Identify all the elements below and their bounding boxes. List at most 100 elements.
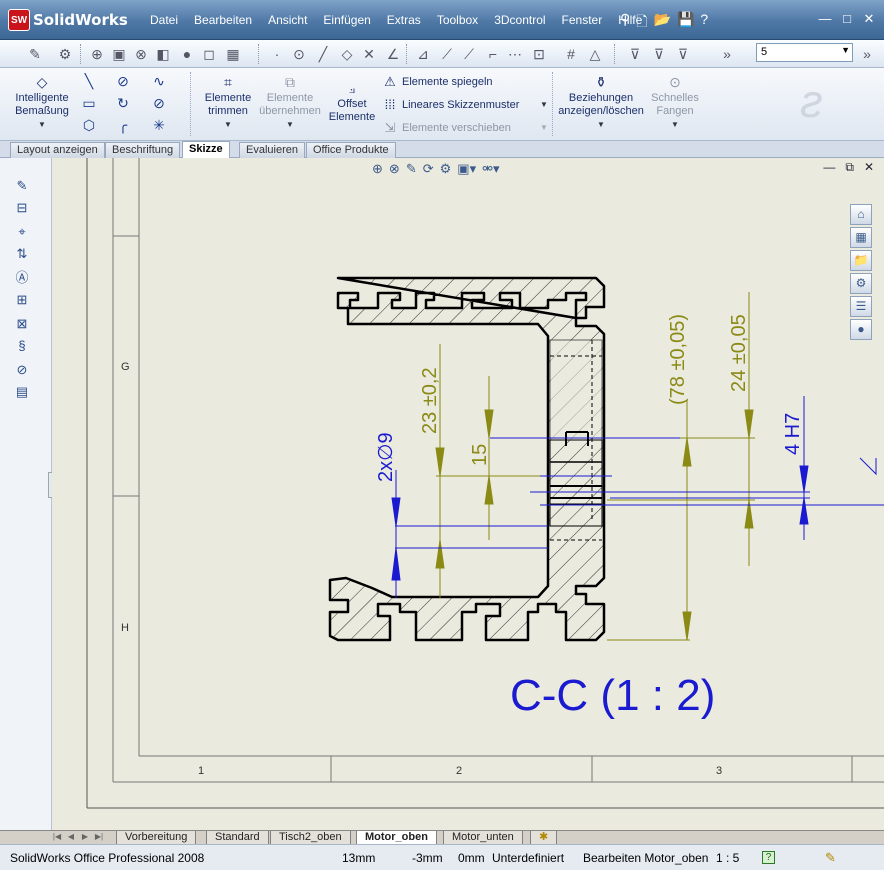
help-icon[interactable]: ? — [700, 11, 708, 35]
tab-office-produkte[interactable]: Office Produkte — [306, 142, 396, 158]
more-tools-icon[interactable]: » — [718, 45, 736, 63]
circle-tool-icon[interactable]: ⊘ — [114, 72, 132, 90]
datum-target-icon[interactable]: ⊞ — [12, 290, 32, 310]
last-sheet-icon[interactable]: ▶| — [92, 832, 106, 844]
minimize-icon[interactable]: — — [816, 10, 834, 28]
sheet-tab-vorbereitung[interactable]: Vorbereitung — [116, 831, 197, 845]
offset-entities-button[interactable]: ⟓ Offset Elemente — [326, 80, 378, 124]
table-icon[interactable]: ▤ — [12, 382, 32, 402]
save-icon[interactable]: 💾 — [677, 11, 694, 35]
note-icon[interactable]: ✎ — [12, 176, 32, 196]
home-icon[interactable]: ⌂ — [850, 204, 872, 225]
sheet-tab-tisch2-oben[interactable]: Tisch2_oben — [270, 831, 351, 845]
menu-toolbox[interactable]: Toolbox — [429, 11, 486, 29]
angle-icon[interactable]: △ — [586, 45, 604, 63]
pin-icon[interactable]: ⚲ — [620, 11, 630, 35]
menu-3dcontrol[interactable]: 3Dcontrol — [486, 11, 553, 29]
filter-icon[interactable]: ⊽ — [626, 45, 644, 63]
tag-icon[interactable]: ✎ — [825, 850, 836, 866]
file-explorer-icon[interactable]: 📁 — [850, 250, 872, 271]
point-tool-icon[interactable]: ✳ — [150, 116, 168, 134]
zoom-fit-icon[interactable]: ⊕ — [88, 45, 106, 63]
spline-tool-icon[interactable]: ∿ — [150, 72, 168, 90]
convert-entities-button[interactable]: ⧉ Elemente übernehmen ▼ — [258, 74, 322, 131]
tab-evaluieren[interactable]: Evaluieren — [239, 142, 305, 158]
design-library-icon[interactable]: ▦ — [850, 227, 872, 248]
quick-snaps-button[interactable]: ⊙ Schnelles Fangen ▼ — [646, 74, 704, 131]
maximize-icon[interactable]: □ — [838, 10, 856, 28]
trim-corner-icon[interactable]: ⟋ — [438, 45, 456, 63]
corner-icon[interactable]: ⌐ — [484, 45, 502, 63]
circle-center-icon[interactable]: ⊙ — [290, 45, 308, 63]
sheet-tab-motor-unten[interactable]: Motor_unten — [443, 831, 523, 845]
angle-line-icon[interactable]: ∠ — [384, 45, 402, 63]
new-document-icon[interactable]: 🗋 — [636, 11, 647, 35]
graphics-area[interactable]: ⊕ ⊗ ✎ ⟳ ⚙ ▣▾ ⚮▾ — ⧉ ✕ G H 1 2 3 (78 ±0,0… — [52, 158, 884, 830]
balloon-icon[interactable]: ⊟ — [12, 198, 32, 218]
shaded-icon[interactable]: ● — [178, 45, 196, 63]
first-sheet-icon[interactable]: |◀ — [50, 832, 64, 844]
fence-icon[interactable]: ⊡ — [530, 45, 548, 63]
grid-icon[interactable]: # — [562, 45, 580, 63]
trim-entities-button[interactable]: ⌗ Elemente trimmen ▼ — [200, 74, 256, 131]
surface-finish-icon[interactable]: ⇅ — [12, 244, 32, 264]
mirror-icon[interactable]: ⊿ — [414, 45, 432, 63]
tab-layout[interactable]: Layout anzeigen — [10, 142, 105, 158]
filter-edges-icon[interactable]: ⊽ — [650, 45, 668, 63]
line-tool-icon[interactable]: ╲ — [80, 72, 98, 90]
layer-select[interactable]: 5 ▼ — [756, 43, 853, 62]
smart-dimension-button[interactable]: ◇ Intelligente Bemaßung ▼ — [10, 74, 74, 131]
toolbox-icon[interactable]: ⚙ — [850, 273, 872, 294]
sheet-tab-motor-oben[interactable]: Motor_oben — [356, 831, 437, 845]
linear-pattern-button[interactable]: ⁞⁞⁞ Lineares Skizzenmuster — [382, 97, 520, 112]
fillet-tool-icon[interactable]: ╭ — [114, 116, 132, 134]
geometric-tolerance-icon[interactable]: ⊠ — [12, 314, 32, 334]
ellipse-tool-icon[interactable]: ⊘ — [150, 94, 168, 112]
point-icon[interactable]: · — [268, 45, 286, 63]
menu-bearbeiten[interactable]: Bearbeiten — [186, 11, 260, 29]
more-tools-right-icon[interactable]: » — [858, 45, 876, 63]
chevron-down-icon[interactable]: ▼ — [540, 100, 548, 109]
menu-datei[interactable]: Datei — [142, 11, 186, 29]
open-folder-icon[interactable]: 📂 — [654, 11, 671, 35]
polygon-tool-icon[interactable]: ⬡ — [80, 116, 98, 134]
hidden-lines-icon[interactable]: ◧ — [154, 45, 172, 63]
auto-balloon-icon[interactable]: ⌖ — [12, 222, 32, 242]
chevron-down-icon[interactable]: ▼ — [540, 123, 548, 132]
close-icon[interactable]: ✕ — [860, 10, 878, 28]
menu-fenster[interactable]: Fenster — [554, 11, 611, 29]
arc-tool-icon[interactable]: ↻ — [114, 94, 132, 112]
display-relations-button[interactable]: ⚱ Beziehungen anzeigen/löschen ▼ — [558, 74, 644, 131]
shaded-edges-icon[interactable]: ▦ — [224, 45, 242, 63]
line-icon[interactable]: ╱ — [314, 45, 332, 63]
tab-beschriftung[interactable]: Beschriftung — [105, 142, 181, 158]
hole-callout-icon[interactable]: ⊘ — [12, 360, 32, 380]
menu-einfuegen[interactable]: Einfügen — [315, 11, 378, 29]
sheet-tab-standard[interactable]: Standard — [206, 831, 269, 845]
next-sheet-icon[interactable]: ▶ — [78, 832, 92, 844]
intersect-icon[interactable]: ✕ — [360, 45, 378, 63]
wireframe-icon[interactable]: ◻ — [200, 45, 218, 63]
datum-icon[interactable]: Ⓐ — [12, 268, 32, 288]
help-icon[interactable]: ? — [762, 851, 775, 864]
menu-ansicht[interactable]: Ansicht — [260, 11, 315, 29]
appearances-icon[interactable]: ● — [850, 319, 872, 340]
move-entities-button[interactable]: ⇲ Elemente verschieben — [382, 120, 511, 136]
add-sheet-icon[interactable]: ✱ — [530, 831, 558, 845]
mirror-entities-button[interactable]: ⚠ Elemente spiegeln — [382, 74, 492, 90]
rectangle-tool-icon[interactable]: ▭ — [80, 94, 98, 112]
weld-symbol-icon[interactable]: § — [12, 336, 32, 356]
view-palette-icon[interactable]: ☰ — [850, 296, 872, 317]
box-view-icon[interactable]: ▣ — [110, 45, 128, 63]
construction-box-icon[interactable]: ⋯ — [506, 45, 524, 63]
polygon-icon[interactable]: ◇ — [338, 45, 356, 63]
zoom-area-icon[interactable]: ⊗ — [132, 45, 150, 63]
tab-skizze[interactable]: Skizze — [182, 141, 230, 159]
extend-icon[interactable]: ⟋ — [460, 45, 478, 63]
filter-faces-icon[interactable]: ⊽ — [674, 45, 692, 63]
status-scale[interactable]: 1 : 5 — [716, 851, 739, 865]
sketch-icon[interactable]: ✎ — [26, 45, 44, 63]
layer-properties-icon[interactable]: ⚙ — [56, 45, 74, 63]
prev-sheet-icon[interactable]: ◀ — [64, 832, 78, 844]
menu-extras[interactable]: Extras — [379, 11, 429, 29]
